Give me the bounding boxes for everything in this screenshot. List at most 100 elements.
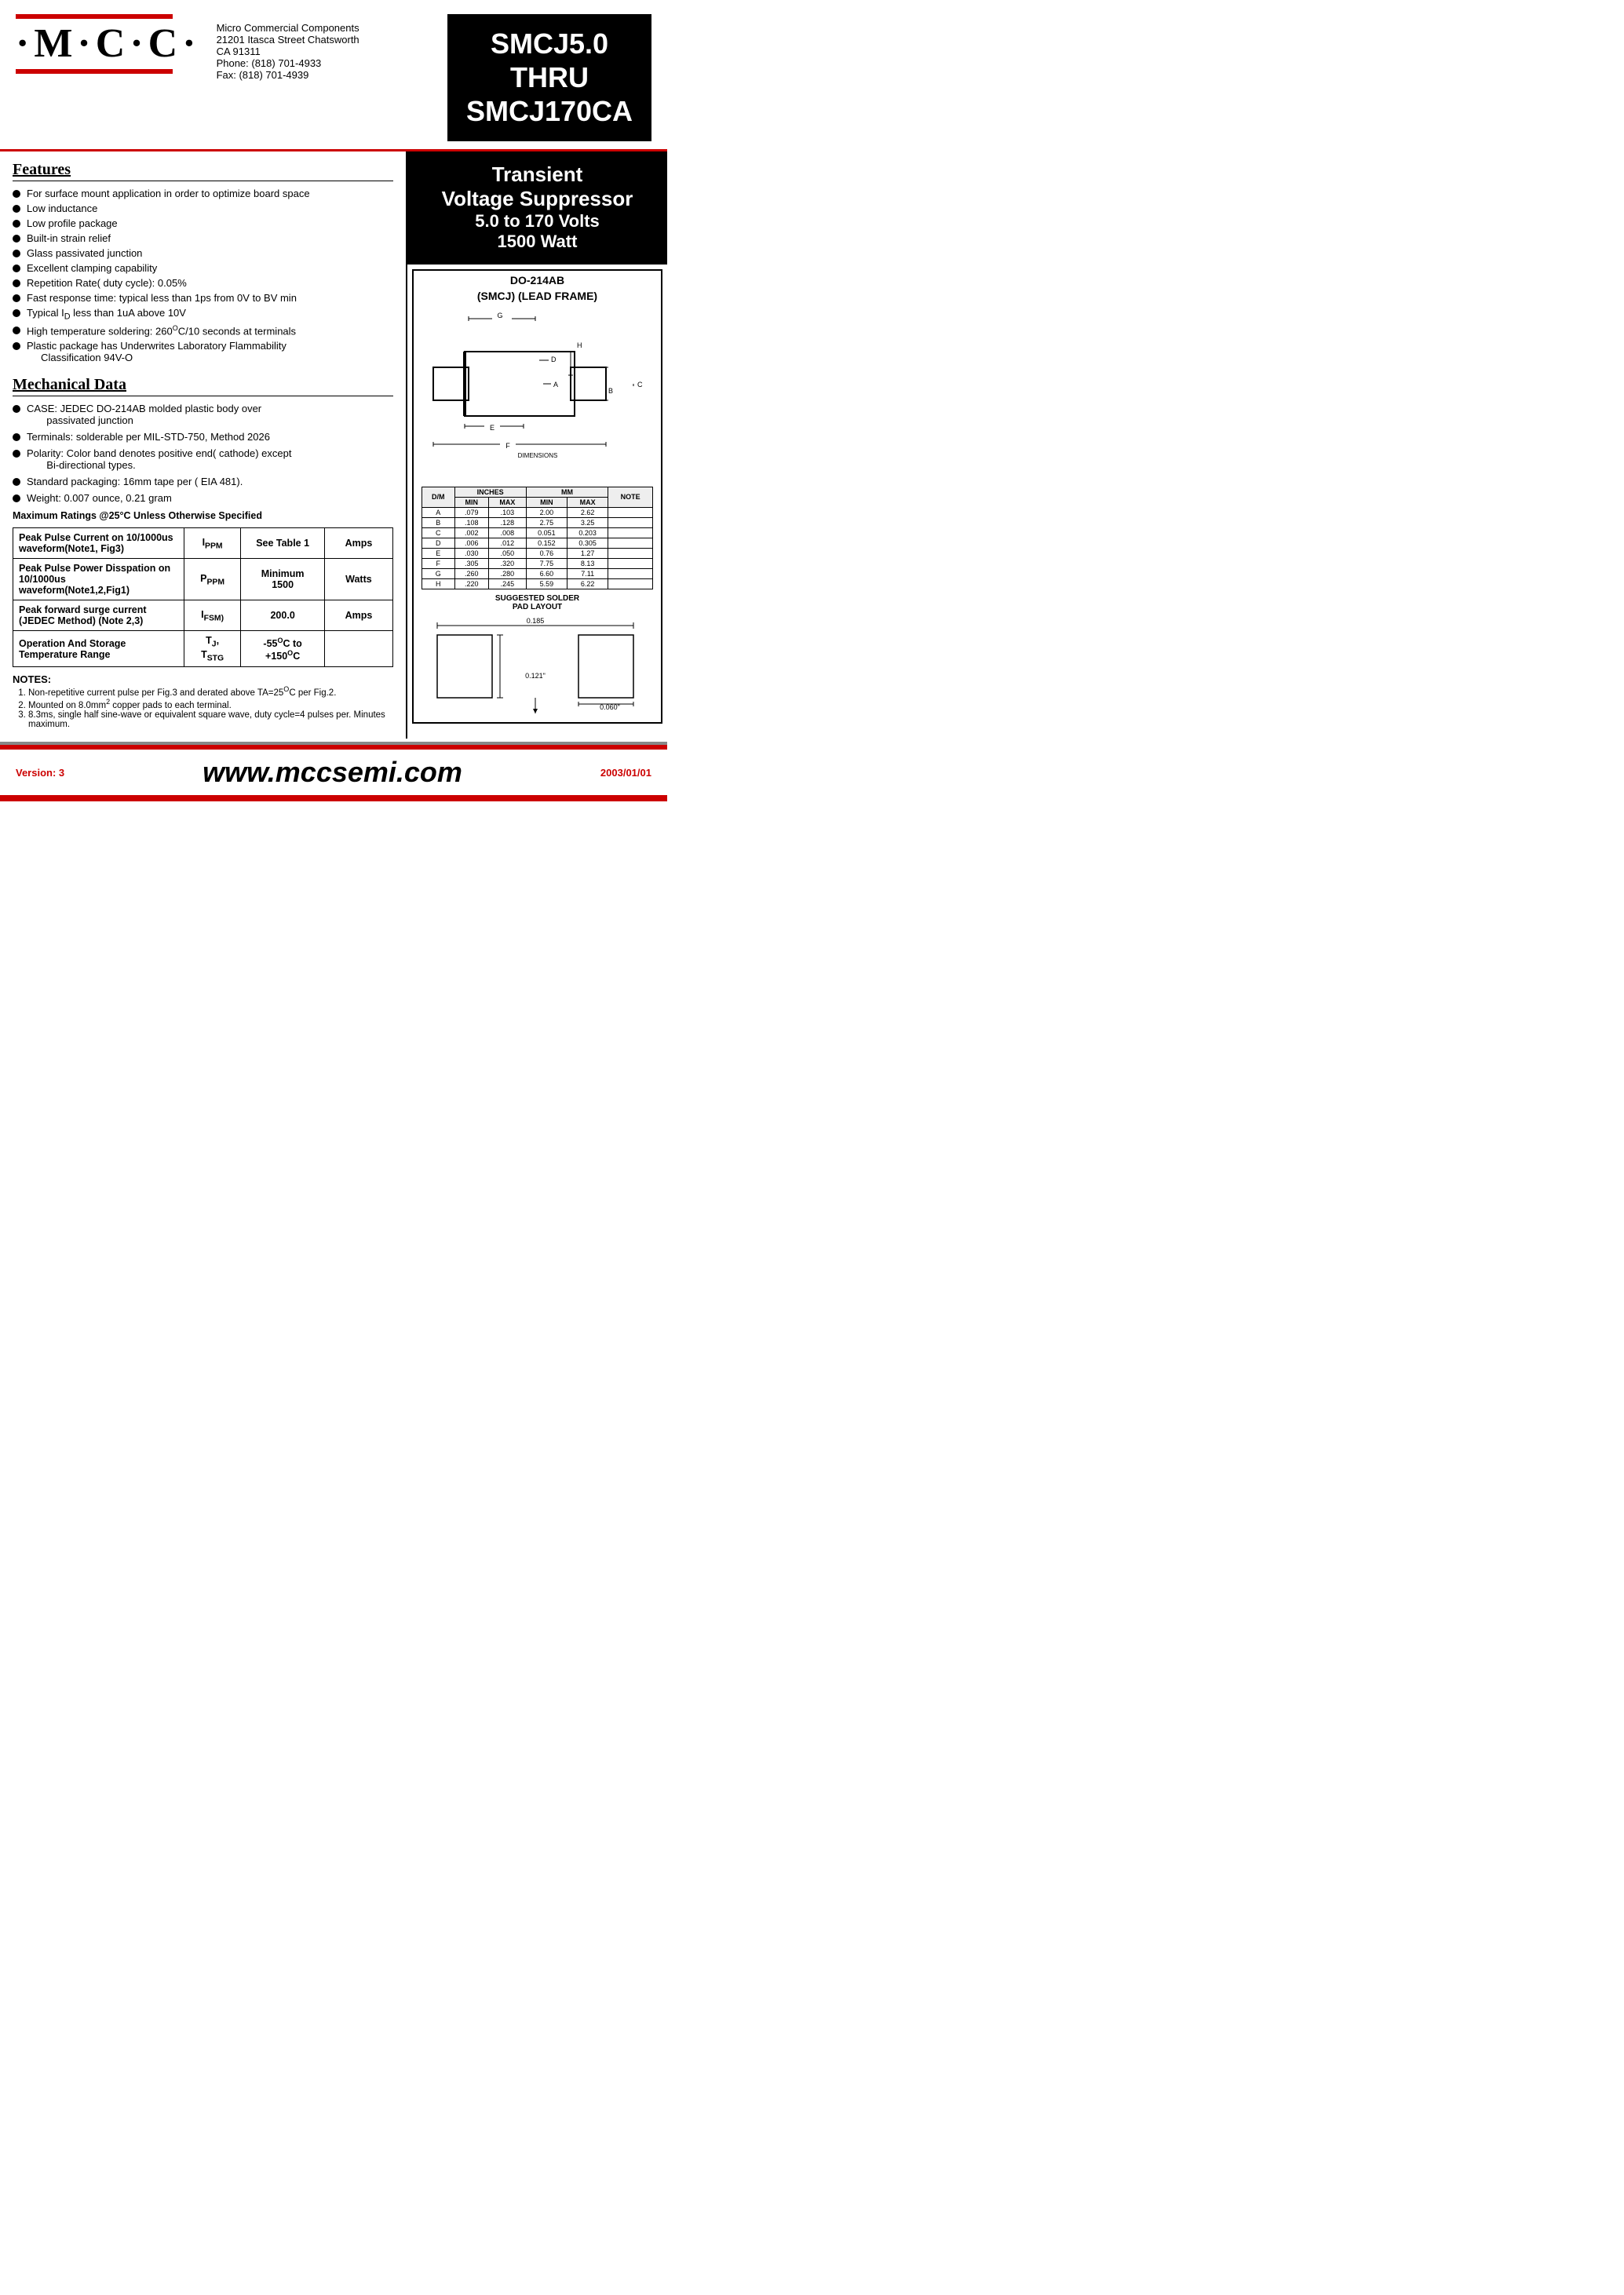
table-header: MAX bbox=[488, 497, 526, 507]
table-cell: Minimum1500 bbox=[241, 559, 324, 600]
logo: ·M·C·C· bbox=[16, 24, 201, 64]
address-line2: CA 91311 bbox=[217, 46, 447, 57]
table-header: MAX bbox=[567, 497, 608, 507]
version-text: Version: 3 bbox=[16, 767, 64, 779]
bullet-icon bbox=[13, 478, 20, 486]
part-number-box: SMCJ5.0THRUSMCJ170CA bbox=[447, 14, 651, 141]
list-item: Built-in strain relief bbox=[13, 232, 393, 244]
svg-text:B: B bbox=[608, 387, 613, 395]
list-item: CASE: JEDEC DO-214AB molded plastic body… bbox=[13, 403, 393, 426]
tvs-box: Transient Voltage Suppressor 5.0 to 170 … bbox=[407, 151, 667, 265]
mechanical-section: Mechanical Data CASE: JEDEC DO-214AB mol… bbox=[13, 376, 393, 504]
table-row: F.305.3207.758.13 bbox=[422, 558, 653, 568]
bullet-icon bbox=[13, 433, 20, 441]
features-list: For surface mount application in order t… bbox=[13, 188, 393, 364]
bullet-icon bbox=[13, 205, 20, 213]
list-item: Low profile package bbox=[13, 217, 393, 229]
list-item: Glass passivated junction bbox=[13, 247, 393, 259]
list-item: Low inductance bbox=[13, 202, 393, 214]
table-cell: 200.0 bbox=[241, 600, 324, 631]
solder-title: SUGGESTED SOLDERPAD LAYOUT bbox=[422, 594, 653, 611]
tvs-line3: 5.0 to 170 Volts bbox=[415, 211, 659, 232]
table-row: D.006.0120.1520.305 bbox=[422, 538, 653, 548]
main-content: Features For surface mount application i… bbox=[0, 151, 667, 739]
list-item: Non-repetitive current pulse per Fig.3 a… bbox=[28, 685, 393, 698]
table-row: B.108.1282.753.25 bbox=[422, 517, 653, 527]
table-row: Peak Pulse Power Disspation on 10/1000us… bbox=[13, 559, 393, 600]
tvs-line1: Transient bbox=[415, 162, 659, 187]
table-row: Peak Pulse Current on 10/1000us waveform… bbox=[13, 528, 393, 559]
bullet-icon bbox=[13, 494, 20, 502]
footer-bar bbox=[0, 795, 667, 801]
table-cell: See Table 1 bbox=[241, 528, 324, 559]
list-item: For surface mount application in order t… bbox=[13, 188, 393, 199]
table-row: Peak forward surge current (JEDEC Method… bbox=[13, 600, 393, 631]
footer-url: www.mccsemi.com bbox=[64, 756, 600, 789]
logo-area: ·M·C·C· bbox=[16, 14, 201, 74]
logo-bar-top bbox=[16, 14, 173, 19]
svg-text:0.121": 0.121" bbox=[525, 672, 546, 680]
fax: Fax: (818) 701-4939 bbox=[217, 69, 447, 81]
package-title-line2: (SMCJ) (LEAD FRAME) bbox=[417, 290, 658, 302]
header: ·M·C·C· Micro Commercial Components 2120… bbox=[0, 0, 667, 151]
table-header: INCHES bbox=[454, 487, 526, 497]
package-box: DO-214AB (SMCJ) (LEAD FRAME) G H bbox=[412, 269, 662, 724]
list-item: Standard packaging: 16mm tape per ( EIA … bbox=[13, 476, 393, 487]
diagram-area: G H bbox=[417, 305, 658, 719]
bullet-icon bbox=[13, 405, 20, 413]
solder-pad-svg: 0.185 0.121" 0.060" bbox=[422, 611, 653, 713]
bullet-icon bbox=[13, 450, 20, 458]
table-cell: Watts bbox=[324, 559, 392, 600]
list-item: Fast response time: typical less than 1p… bbox=[13, 292, 393, 304]
company-info: Micro Commercial Components 21201 Itasca… bbox=[201, 14, 447, 81]
bullet-icon bbox=[13, 235, 20, 243]
table-cell bbox=[324, 631, 392, 667]
table-header: D/M bbox=[422, 487, 455, 507]
svg-text:G: G bbox=[497, 312, 502, 319]
tvs-line2: Voltage Suppressor bbox=[415, 187, 659, 211]
list-item: Excellent clamping capability bbox=[13, 262, 393, 274]
table-row: E.030.0500.761.27 bbox=[422, 548, 653, 558]
table-cell: Amps bbox=[324, 600, 392, 631]
features-title: Features bbox=[13, 161, 393, 181]
bullet-icon bbox=[13, 220, 20, 228]
list-item: Plastic package has Underwrites Laborato… bbox=[13, 340, 393, 363]
list-item: Mounted on 8.0mm2 copper pads to each te… bbox=[28, 698, 393, 710]
svg-text:E: E bbox=[490, 424, 494, 432]
table-cell: Peak Pulse Power Disspation on 10/1000us… bbox=[13, 559, 184, 600]
table-header: MIN bbox=[526, 497, 567, 507]
mechanical-list: CASE: JEDEC DO-214AB molded plastic body… bbox=[13, 403, 393, 504]
list-item: 8.3ms, single half sine-wave or equivale… bbox=[28, 710, 393, 729]
list-item: Repetition Rate( duty cycle): 0.05% bbox=[13, 277, 393, 289]
notes-title: NOTES: bbox=[13, 673, 51, 685]
table-header: NOTE bbox=[608, 487, 653, 507]
bullet-icon bbox=[13, 342, 20, 350]
bullet-icon bbox=[13, 265, 20, 272]
list-item: Polarity: Color band denotes positive en… bbox=[13, 447, 393, 471]
svg-text:A: A bbox=[553, 381, 558, 389]
table-row: H.220.2455.596.22 bbox=[422, 578, 653, 589]
table-cell: TJ,TSTG bbox=[184, 631, 241, 667]
table-header: MM bbox=[526, 487, 608, 497]
table-cell: Peak forward surge current (JEDEC Method… bbox=[13, 600, 184, 631]
max-ratings-note: Maximum Ratings @25°C Unless Otherwise S… bbox=[13, 510, 393, 521]
table-cell: -55OC to+150OC bbox=[241, 631, 324, 667]
package-title-line1: DO-214AB bbox=[417, 274, 658, 286]
website-url: www.mccsemi.com bbox=[203, 756, 462, 788]
table-cell: IFSM) bbox=[184, 600, 241, 631]
svg-text:H: H bbox=[577, 341, 582, 349]
bullet-icon bbox=[13, 190, 20, 198]
logo-bar-bottom bbox=[16, 69, 173, 74]
bullet-icon bbox=[13, 327, 20, 334]
table-row: C.002.0080.0510.203 bbox=[422, 527, 653, 538]
ratings-table: Peak Pulse Current on 10/1000us waveform… bbox=[13, 527, 393, 667]
svg-text:DIMENSIONS: DIMENSIONS bbox=[518, 452, 558, 459]
svg-text:0.185: 0.185 bbox=[527, 617, 545, 625]
date-text: 2003/01/01 bbox=[600, 767, 651, 779]
footer: Version: 3 www.mccsemi.com 2003/01/01 bbox=[0, 745, 667, 795]
table-cell: Amps bbox=[324, 528, 392, 559]
left-panel: Features For surface mount application i… bbox=[0, 151, 407, 739]
list-item: Terminals: solderable per MIL-STD-750, M… bbox=[13, 431, 393, 443]
list-item: High temperature soldering: 260OC/10 sec… bbox=[13, 324, 393, 337]
bullet-icon bbox=[13, 250, 20, 257]
